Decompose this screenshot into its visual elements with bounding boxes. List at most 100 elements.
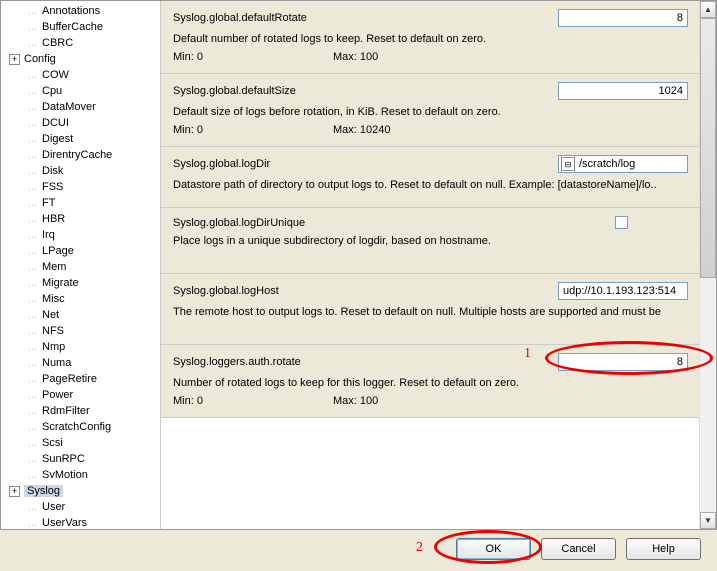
default-size-input[interactable] bbox=[558, 82, 688, 100]
tree-item-cpu[interactable]: …Cpu bbox=[1, 83, 160, 99]
tree-label: Numa bbox=[42, 357, 71, 369]
tree-item-lpage[interactable]: …LPage bbox=[1, 243, 160, 259]
min-label: Min: 0 bbox=[173, 51, 333, 63]
tree-item-datamover[interactable]: …DataMover bbox=[1, 99, 160, 115]
auth-rotate-input[interactable] bbox=[558, 353, 688, 371]
tree-item-scratchconfig[interactable]: …ScratchConfig bbox=[1, 419, 160, 435]
tree-item-uservars[interactable]: … UserVars bbox=[1, 515, 160, 529]
content-scrollbar[interactable]: ▲ ▼ bbox=[699, 1, 716, 529]
tree-item-buffercache[interactable]: … BufferCache bbox=[1, 19, 160, 35]
tree-connector: … bbox=[27, 118, 38, 129]
tree-item-nmp[interactable]: …Nmp bbox=[1, 339, 160, 355]
tree-item-nfs[interactable]: …NFS bbox=[1, 323, 160, 339]
setting-name: Syslog.loggers.auth.rotate bbox=[173, 356, 558, 368]
setting-desc: The remote host to output logs to. Reset… bbox=[173, 306, 688, 318]
tree-item-sunrpc[interactable]: … SunRPC bbox=[1, 451, 160, 467]
tree-item-misc[interactable]: … Misc bbox=[1, 291, 160, 307]
tree-connector: … bbox=[27, 70, 38, 81]
setting-desc: Place logs in a unique subdirectory of l… bbox=[173, 235, 688, 247]
default-rotate-input[interactable] bbox=[558, 9, 688, 27]
tree-connector: … bbox=[27, 294, 38, 305]
tree-label: BufferCache bbox=[42, 21, 103, 33]
tree-connector: … bbox=[27, 502, 38, 513]
setting-desc: Datastore path of directory to output lo… bbox=[173, 179, 688, 191]
tree-item-mem[interactable]: …Mem bbox=[1, 259, 160, 275]
tree-label: RdmFilter bbox=[42, 405, 90, 417]
tree-connector: … bbox=[27, 198, 38, 209]
setting-name: Syslog.global.logDirUnique bbox=[173, 217, 615, 229]
tree-item-disk[interactable]: …Disk bbox=[1, 163, 160, 179]
tree-item-numa[interactable]: …Numa bbox=[1, 355, 160, 371]
tree-item-cbrc[interactable]: …CBRC bbox=[1, 35, 160, 51]
tree-label: Annotations bbox=[42, 5, 100, 17]
tree-label: NFS bbox=[42, 325, 64, 337]
expand-icon[interactable]: + bbox=[9, 486, 20, 497]
tree-item-hbr[interactable]: … HBR bbox=[1, 211, 160, 227]
tree-item-digest[interactable]: …Digest bbox=[1, 131, 160, 147]
cancel-button[interactable]: Cancel bbox=[541, 538, 616, 560]
tree-item-ft[interactable]: … FT bbox=[1, 195, 160, 211]
tree-connector: … bbox=[27, 102, 38, 113]
tree-label: PageRetire bbox=[42, 373, 97, 385]
setting-desc: Default size of logs before rotation, in… bbox=[173, 106, 688, 118]
tree-item-svmotion[interactable]: …SvMotion bbox=[1, 467, 160, 483]
tree-item-dcui[interactable]: …DCUI bbox=[1, 115, 160, 131]
tree-item-irq[interactable]: …Irq bbox=[1, 227, 160, 243]
tree-label: Syslog bbox=[24, 485, 63, 497]
tree-connector: … bbox=[27, 454, 38, 465]
tree-item-pageretire[interactable]: …PageRetire bbox=[1, 371, 160, 387]
tree-item-cow[interactable]: …COW bbox=[1, 67, 160, 83]
tree-label: Disk bbox=[42, 165, 63, 177]
tree-label: UserVars bbox=[42, 517, 87, 529]
log-dir-unique-checkbox[interactable] bbox=[615, 216, 628, 229]
setting-name: Syslog.global.defaultRotate bbox=[173, 12, 558, 24]
tree-label: Config bbox=[24, 53, 56, 65]
tree-connector: … bbox=[27, 22, 38, 33]
tree-item-migrate[interactable]: …Migrate bbox=[1, 275, 160, 291]
tree-connector: … bbox=[27, 230, 38, 241]
scroll-thumb[interactable] bbox=[700, 18, 716, 278]
section-log-host: Syslog.global.logHost The remote host to… bbox=[161, 274, 716, 345]
tree-label: FSS bbox=[42, 181, 63, 193]
tree-label: SunRPC bbox=[42, 453, 85, 465]
tree-connector: … bbox=[27, 278, 38, 289]
section-log-dir: Syslog.global.logDir ⊟ /scratch/log Data… bbox=[161, 147, 716, 208]
tree-item-scsi[interactable]: …Scsi bbox=[1, 435, 160, 451]
tree-connector: … bbox=[27, 422, 38, 433]
log-dir-input[interactable]: ⊟ /scratch/log bbox=[558, 155, 688, 173]
tree-item-power[interactable]: …Power bbox=[1, 387, 160, 403]
tree-connector: … bbox=[27, 86, 38, 97]
scroll-down-icon[interactable]: ▼ bbox=[700, 512, 716, 529]
tree-label: DirentryCache bbox=[42, 149, 112, 161]
tree-connector: … bbox=[27, 342, 38, 353]
tree-connector: … bbox=[27, 438, 38, 449]
max-label: Max: 10240 bbox=[333, 124, 390, 136]
tree-label: FT bbox=[42, 197, 55, 209]
tree-item-syslog[interactable]: + Syslog bbox=[1, 483, 160, 499]
tree-item-config[interactable]: + Config bbox=[1, 51, 160, 67]
settings-tree[interactable]: …Annotations…BufferCache…CBRC+Config…COW… bbox=[1, 1, 161, 529]
tree-label: HBR bbox=[42, 213, 65, 225]
tree-item-user[interactable]: …User bbox=[1, 499, 160, 515]
expand-icon[interactable]: + bbox=[9, 54, 20, 65]
tree-item-direntrycache[interactable]: … DirentryCache bbox=[1, 147, 160, 163]
scroll-up-icon[interactable]: ▲ bbox=[700, 1, 716, 18]
tree-item-annotations[interactable]: …Annotations bbox=[1, 3, 160, 19]
log-host-input[interactable] bbox=[558, 282, 688, 300]
setting-name: Syslog.global.defaultSize bbox=[173, 85, 558, 97]
tree-connector: … bbox=[27, 214, 38, 225]
section-default-size: Syslog.global.defaultSize Default size o… bbox=[161, 74, 716, 147]
tree-label: Misc bbox=[42, 293, 65, 305]
tree-connector: … bbox=[27, 310, 38, 321]
tree-connector: … bbox=[27, 470, 38, 481]
ok-button[interactable]: OK bbox=[456, 538, 531, 560]
tree-connector: … bbox=[27, 518, 38, 529]
tree-item-rdmfilter[interactable]: …RdmFilter bbox=[1, 403, 160, 419]
tree-item-net[interactable]: …Net bbox=[1, 307, 160, 323]
tree-item-fss[interactable]: …FSS bbox=[1, 179, 160, 195]
setting-name: Syslog.global.logHost bbox=[173, 285, 558, 297]
help-button[interactable]: Help bbox=[626, 538, 701, 560]
annotation-label-2: 2 bbox=[416, 540, 423, 556]
tree-label: Power bbox=[42, 389, 73, 401]
tree-connector: … bbox=[27, 150, 38, 161]
